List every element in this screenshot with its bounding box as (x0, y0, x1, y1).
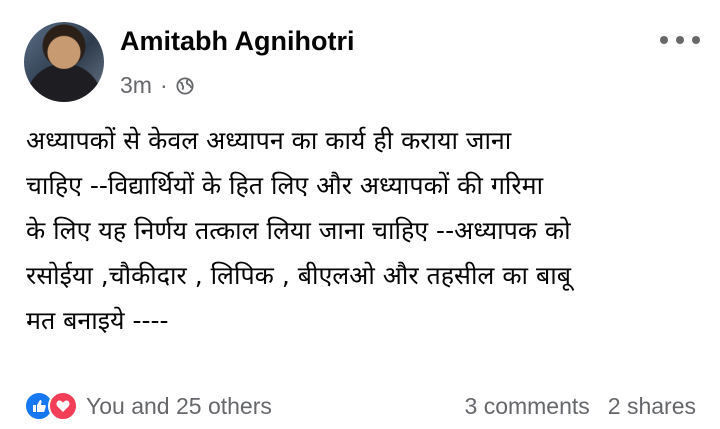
comments-count[interactable]: 3 comments (465, 393, 590, 420)
engagement-counts: 3 comments 2 shares (465, 393, 696, 420)
post-meta: 3m · (120, 72, 194, 99)
shares-count[interactable]: 2 shares (608, 393, 696, 420)
dot-icon (660, 36, 668, 44)
globe-icon[interactable] (176, 76, 194, 95)
post-time[interactable]: 3m (120, 72, 152, 99)
author-name[interactable]: Amitabh Agnihotri (120, 26, 354, 57)
post-header: Amitabh Agnihotri 3m · (24, 20, 700, 104)
reactions-count[interactable]: You and 25 others (86, 393, 272, 420)
avatar[interactable] (24, 22, 104, 102)
post-text: अध्यापकों से केवल अध्यापन का कार्य ही कर… (26, 126, 571, 335)
dot-icon (676, 36, 684, 44)
reactions-summary[interactable]: You and 25 others (24, 391, 272, 421)
love-icon (48, 391, 78, 421)
dot-icon (692, 36, 700, 44)
post-footer: You and 25 others 3 comments 2 shares (24, 388, 696, 424)
meta-separator: · (159, 72, 168, 98)
more-options-icon[interactable] (660, 32, 700, 48)
